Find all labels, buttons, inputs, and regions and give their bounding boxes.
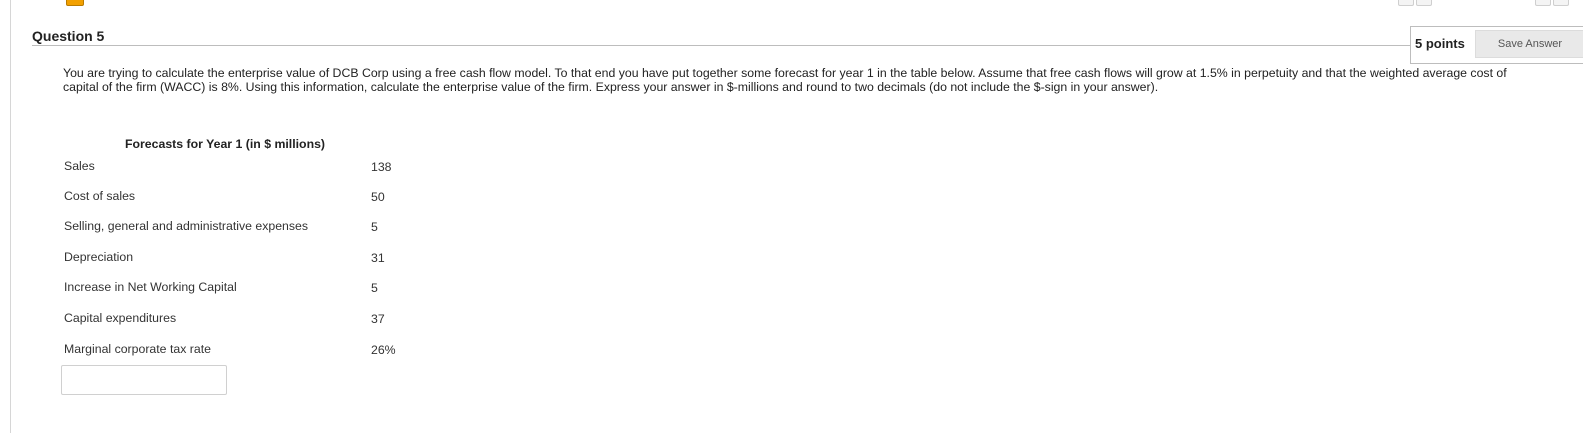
row-value-depreciation: 31 — [371, 251, 385, 265]
row-label-capex: Capital expenditures — [64, 311, 177, 325]
last-question-button[interactable] — [1553, 0, 1569, 6]
row-label-tax-rate: Marginal corporate tax rate — [64, 342, 211, 356]
row-value-cost-of-sales: 50 — [371, 190, 385, 204]
points-label: 5 points — [1415, 36, 1465, 51]
row-label-cost-of-sales: Cost of sales — [64, 189, 136, 203]
row-value-nwc: 5 — [371, 281, 378, 295]
row-label-depreciation: Depreciation — [64, 250, 134, 264]
next-question-button[interactable] — [1535, 0, 1551, 6]
row-label-nwc: Increase in Net Working Capital — [64, 280, 237, 294]
content-left-border — [10, 0, 11, 433]
top-navigation-strip — [0, 0, 1583, 6]
row-value-capex: 37 — [371, 312, 385, 326]
question-text: You are trying to calculate the enterpri… — [63, 66, 1507, 94]
warning-icon — [66, 0, 84, 6]
answer-input[interactable] — [61, 365, 227, 395]
row-value-tax-rate: 26% — [371, 343, 396, 357]
row-value-sga: 5 — [371, 220, 378, 234]
question-title: Question 5 — [32, 28, 105, 44]
row-label-sales: Sales — [64, 159, 95, 173]
table-caption: Forecasts for Year 1 (in $ millions) — [125, 137, 326, 151]
row-label-sga: Selling, general and administrative expe… — [64, 219, 309, 233]
question-divider — [32, 45, 1412, 46]
row-value-sales: 138 — [371, 160, 392, 174]
save-answer-button[interactable]: Save Answer — [1475, 30, 1583, 58]
previous-question-button[interactable] — [1416, 0, 1432, 6]
first-question-button[interactable] — [1398, 0, 1414, 6]
